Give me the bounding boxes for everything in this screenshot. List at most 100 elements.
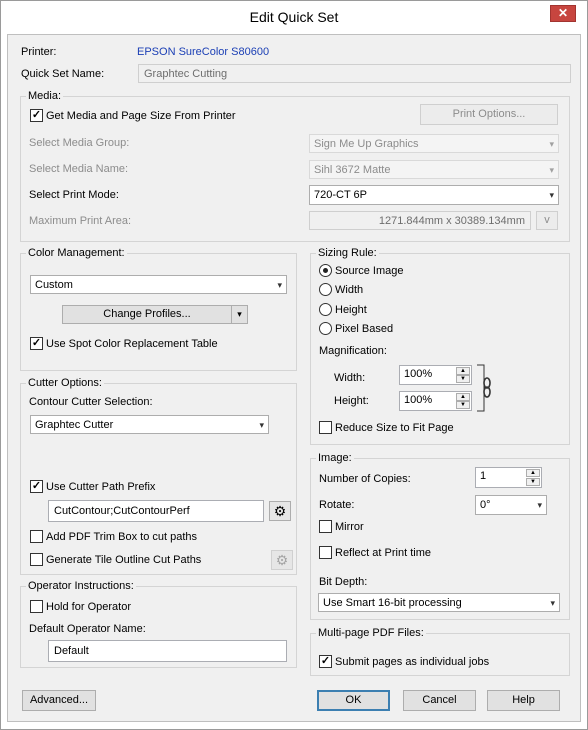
spin-up-icon[interactable]: ▲ [456, 393, 470, 401]
sizing-option-label: Width [335, 284, 364, 296]
max-print-area-field: 1271.844mm x 30389.134mm [309, 211, 531, 230]
sizing-width-radio[interactable] [319, 283, 332, 296]
chevron-down-icon: ▾ [549, 139, 554, 149]
tile-outline-checkbox[interactable] [30, 553, 43, 566]
rotate-value: 0° [480, 499, 491, 511]
mag-height-label: Height: [334, 395, 369, 407]
quick-set-name-field[interactable]: Graphtec Cutting [138, 64, 571, 83]
printer-name: EPSON SureColor S80600 [137, 46, 270, 58]
copies-spinner[interactable]: 1 ▲ ▼ [475, 467, 542, 488]
cutter-options-title: Cutter Options: [26, 377, 104, 390]
hold-operator-label: Hold for Operator [46, 601, 131, 613]
rotate-select[interactable]: 0° ▾ [475, 495, 547, 515]
mag-width-label: Width: [334, 372, 366, 384]
color-management-value: Custom [35, 279, 73, 291]
spot-color-checkbox[interactable]: ✓ [30, 337, 43, 350]
advanced-button[interactable]: Advanced... [22, 690, 96, 711]
spin-down-icon[interactable]: ▼ [456, 401, 470, 409]
print-mode-value: 720-CT 6P [314, 189, 367, 201]
pdf-trim-checkbox[interactable] [30, 530, 43, 543]
chevron-down-icon: ▾ [259, 420, 264, 430]
contour-cutter-select[interactable]: Graphtec Cutter ▾ [30, 415, 269, 434]
media-name-value: Sihl 3672 Matte [314, 164, 391, 176]
quick-set-name-label: Quick Set Name: [21, 68, 105, 80]
mirror-checkbox[interactable] [319, 520, 332, 533]
change-profiles-button[interactable]: Change Profiles... [62, 305, 232, 324]
cutter-prefix-checkbox[interactable]: ✓ [30, 480, 43, 493]
gear-icon[interactable]: ⚙ [269, 501, 291, 521]
chain-link-icon[interactable] [476, 364, 494, 412]
cancel-button[interactable]: Cancel [403, 690, 476, 711]
sizing-height-radio[interactable] [319, 303, 332, 316]
contour-cutter-label: Contour Cutter Selection: [29, 396, 153, 408]
reflect-checkbox[interactable] [319, 546, 332, 559]
help-button[interactable]: Help [487, 690, 560, 711]
multipage-pdf-title: Multi-page PDF Files: [316, 627, 426, 640]
spin-up-icon[interactable]: ▲ [526, 469, 540, 477]
ok-button[interactable]: OK [317, 690, 390, 711]
rotate-label: Rotate: [319, 499, 355, 511]
reduce-to-fit-checkbox[interactable] [319, 421, 332, 434]
gear-icon[interactable]: ⚙ [271, 550, 293, 570]
tile-outline-label: Generate Tile Outline Cut Paths [46, 554, 202, 566]
sizing-option-label: Source Image [335, 265, 404, 277]
pdf-trim-label: Add PDF Trim Box to cut paths [46, 531, 198, 543]
hold-operator-checkbox[interactable] [30, 600, 43, 613]
sizing-rule-title: Sizing Rule: [316, 247, 379, 260]
contour-cutter-value: Graphtec Cutter [35, 419, 114, 431]
operator-instructions-title: Operator Instructions: [26, 580, 136, 593]
bit-depth-label: Bit Depth: [319, 576, 368, 588]
media-name-select[interactable]: Sihl 3672 Matte ▾ [309, 160, 559, 179]
close-button[interactable]: ✕ [550, 5, 576, 22]
print-options-button[interactable]: Print Options... [420, 104, 558, 125]
dialog-title: Edit Quick Set [249, 9, 339, 25]
spot-color-label: Use Spot Color Replacement Table [46, 338, 218, 350]
reduce-to-fit-label: Reduce Size to Fit Page [335, 422, 454, 434]
media-group-value: Sign Me Up Graphics [314, 138, 419, 150]
checkmark-icon: ✓ [31, 109, 42, 121]
media-group-select[interactable]: Sign Me Up Graphics ▾ [309, 134, 559, 153]
chevron-down-icon: ▾ [549, 165, 554, 175]
title-bar: Edit Quick Set ✕ [1, 1, 587, 33]
media-name-label: Select Media Name: [29, 163, 129, 175]
color-management-select[interactable]: Custom ▾ [30, 275, 287, 294]
copies-label: Number of Copies: [319, 473, 411, 485]
spin-up-icon[interactable]: ▲ [456, 367, 470, 375]
image-title: Image: [316, 452, 354, 465]
cutter-prefix-label: Use Cutter Path Prefix [46, 481, 156, 493]
chevron-down-icon: ▾ [237, 309, 242, 319]
sizing-option-label: Height [335, 304, 367, 316]
sizing-source-image-radio[interactable] [319, 264, 332, 277]
chevron-down-icon: ▾ [537, 500, 542, 510]
printer-label: Printer: [21, 46, 57, 58]
max-print-area-label: Maximum Print Area: [29, 215, 132, 227]
operator-name-label: Default Operator Name: [29, 623, 146, 635]
sizing-pixel-based-radio[interactable] [319, 322, 332, 335]
sizing-option-label: Pixel Based [335, 323, 394, 335]
spin-down-icon[interactable]: ▼ [456, 375, 470, 383]
get-media-checkbox[interactable]: ✓ [30, 109, 43, 122]
copies-value: 1 [480, 470, 487, 482]
submit-pages-checkbox[interactable]: ✓ [319, 655, 332, 668]
get-media-label: Get Media and Page Size From Printer [46, 110, 236, 122]
edit-quick-set-dialog: Edit Quick Set ✕ Printer: EPSON SureColo… [0, 0, 588, 730]
magnification-label: Magnification: [319, 345, 387, 357]
checkmark-icon: ✓ [320, 655, 331, 667]
chevron-down-icon: ▾ [549, 190, 554, 200]
submit-pages-label: Submit pages as individual jobs [335, 656, 490, 668]
color-management-title: Color Management: [26, 247, 127, 260]
mag-height-spinner[interactable]: 100% ▲ ▼ [399, 391, 472, 411]
checkmark-icon: ✓ [31, 337, 42, 349]
mag-height-value: 100% [404, 394, 433, 406]
change-profiles-dropdown[interactable]: ▾ [231, 305, 248, 324]
operator-name-field[interactable]: Default [48, 640, 287, 662]
spin-down-icon[interactable]: ▼ [526, 478, 540, 486]
area-unit-button[interactable]: v [536, 211, 558, 230]
chevron-down-icon: ▾ [277, 280, 282, 290]
chevron-down-icon: ▾ [550, 598, 555, 608]
dialog-body: Printer: EPSON SureColor S80600 Quick Se… [7, 34, 581, 722]
cutter-prefix-field[interactable]: CutContour;CutContourPerf [48, 500, 264, 522]
bit-depth-select[interactable]: Use Smart 16-bit processing ▾ [318, 593, 560, 612]
mag-width-spinner[interactable]: 100% ▲ ▼ [399, 365, 472, 385]
print-mode-select[interactable]: 720-CT 6P ▾ [309, 185, 559, 205]
